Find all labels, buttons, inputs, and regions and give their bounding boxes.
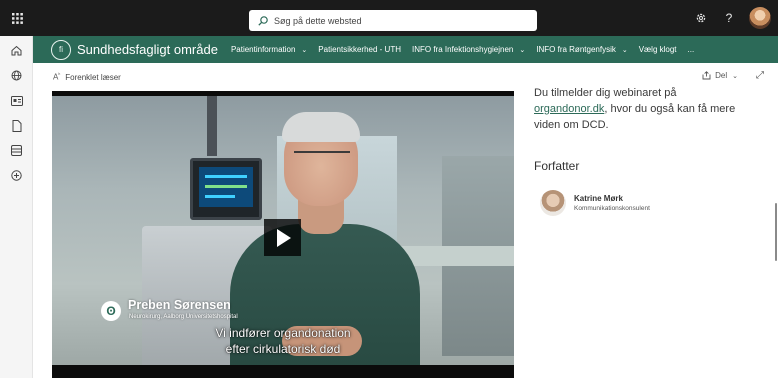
nav-infektionshygiejnen[interactable]: INFO fra Infektionshygiejnen ⌄ xyxy=(412,45,525,54)
rail-create-button[interactable] xyxy=(0,163,33,188)
rail-files-button[interactable] xyxy=(0,113,33,138)
immersive-reader-icon: Aʰ xyxy=(53,72,61,82)
app-bar xyxy=(0,36,33,378)
speaker-figure xyxy=(212,96,432,365)
immersive-reader-label: Forenklet læser xyxy=(65,72,121,82)
more-icon: ... xyxy=(687,45,695,54)
speaker-role: Neurokirurg, Aalborg Universitetshospita… xyxy=(129,314,238,320)
video-player[interactable]: ʘ Preben Sørensen Neurokirurg, Aalborg U… xyxy=(52,91,514,378)
search-icon xyxy=(258,15,268,26)
globe-icon xyxy=(11,70,22,81)
scrollbar-thumb[interactable] xyxy=(775,203,777,261)
expand-button[interactable]: ⤢ xyxy=(756,70,764,81)
author-heading: Forfatter xyxy=(534,159,580,173)
rail-home-button[interactable] xyxy=(0,38,33,63)
news-icon xyxy=(10,95,23,106)
article-paragraph: Du tilmelder dig webinaret på organdonor… xyxy=(534,85,756,133)
list-icon xyxy=(11,145,22,156)
play-button[interactable] xyxy=(264,219,301,256)
chevron-down-icon: ⌄ xyxy=(732,72,738,80)
hospital-logo: ʘ xyxy=(101,301,121,321)
nav-item-label: Patientinformation xyxy=(230,45,296,54)
share-button[interactable]: Del ⌄ xyxy=(702,71,738,80)
organdonor-link[interactable]: organdonor.dk xyxy=(534,103,604,115)
rail-news-button[interactable] xyxy=(0,88,33,113)
site-logo[interactable]: fi xyxy=(51,39,71,60)
site-title[interactable]: Sundhedsfagligt område xyxy=(77,42,218,57)
share-label: Del xyxy=(715,71,728,80)
help-button[interactable]: ? xyxy=(715,0,743,36)
article-text-before: Du tilmelder dig webinaret på xyxy=(534,87,677,99)
nav-vaelg-klogt[interactable]: Vælg klogt xyxy=(639,45,677,54)
nav-rontgenfysik[interactable]: INFO fra Røntgenfysik ⌄ xyxy=(536,45,627,54)
nav-patientinformation[interactable]: Patientinformation ⌄ xyxy=(231,45,307,54)
app-launcher-button[interactable] xyxy=(0,0,34,36)
document-icon xyxy=(12,119,21,132)
gear-icon xyxy=(696,13,706,23)
author-title: Kommunikationskonsulent xyxy=(574,205,650,212)
share-icon xyxy=(702,71,711,80)
search-box[interactable] xyxy=(249,10,537,31)
chevron-down-icon: ⌄ xyxy=(621,46,628,54)
suite-bar: ? xyxy=(0,0,778,36)
expand-icon: ⤢ xyxy=(756,70,764,81)
video-caption-line-2: efter cirkulatorisk død xyxy=(225,342,341,356)
rail-lists-button[interactable] xyxy=(0,138,33,163)
nav-patientsikkerhed[interactable]: Patientsikkerhed - UTH xyxy=(318,45,401,54)
nav-item-label: INFO fra Infektionshygiejnen xyxy=(412,45,514,54)
speaker-name: Preben Sørensen xyxy=(128,298,231,312)
nav-item-label: INFO fra Røntgenfysik xyxy=(536,45,616,54)
author-name: Katrine Mørk xyxy=(574,194,623,203)
settings-button[interactable] xyxy=(687,0,715,36)
author-avatar[interactable] xyxy=(540,190,566,216)
article-side-column: Du tilmelder dig webinaret på organdonor… xyxy=(534,87,756,216)
chevron-down-icon: ⌄ xyxy=(301,46,308,54)
play-icon xyxy=(277,228,291,247)
help-icon: ? xyxy=(725,11,733,25)
add-icon xyxy=(11,170,22,181)
rail-sites-button[interactable] xyxy=(0,63,33,88)
user-avatar[interactable] xyxy=(749,7,771,29)
video-frame: ʘ Preben Sørensen Neurokirurg, Aalborg U… xyxy=(52,96,514,365)
nav-more-button[interactable]: ... xyxy=(688,45,695,54)
page-scrollbar[interactable] xyxy=(774,91,778,378)
waffle-icon xyxy=(11,12,23,24)
immersive-reader-button[interactable]: Aʰ Forenklet læser xyxy=(53,72,121,82)
search-input[interactable] xyxy=(274,15,514,26)
nav-item-label: Patientsikkerhed - UTH xyxy=(318,45,401,54)
author-card[interactable]: Katrine Mørk Kommunikationskonsulent xyxy=(540,190,756,216)
chevron-down-icon: ⌄ xyxy=(519,46,526,54)
video-caption-line-1: Vi indfører organdonation xyxy=(215,326,351,340)
nav-item-label: Vælg klogt xyxy=(638,45,677,54)
site-header: fi Sundhedsfagligt område Patientinforma… xyxy=(33,36,778,63)
home-icon xyxy=(11,45,22,56)
